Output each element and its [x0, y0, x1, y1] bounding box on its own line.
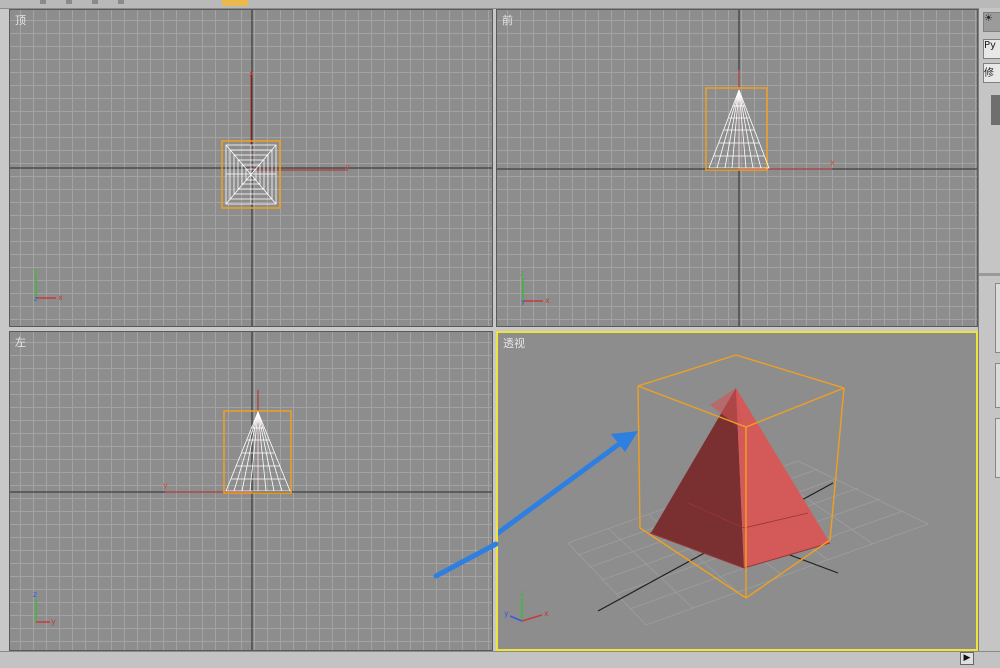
- rollout-panel[interactable]: [995, 283, 1000, 353]
- tripod-x-label: x: [58, 293, 63, 302]
- modifier-stack-selection[interactable]: [991, 95, 1000, 125]
- tripod-z-label: z: [520, 589, 524, 598]
- tripod-y-label: y: [51, 617, 56, 626]
- viewport-label-perspective[interactable]: 透视: [503, 335, 525, 351]
- viewport-perspective-scene: z x y: [498, 354, 929, 626]
- viewport-label-top[interactable]: 顶: [15, 12, 26, 28]
- pyramid-face-right: [736, 388, 830, 568]
- rollout-panel[interactable]: [995, 418, 1000, 478]
- toolbar-tick: [118, 0, 124, 4]
- gizmo-x-label: y: [345, 162, 350, 171]
- viewport-front-scene: x z x y: [497, 10, 977, 326]
- viewport-perspective[interactable]: z x y 透视: [496, 331, 978, 651]
- viewport-left-scene: y z y: [10, 332, 492, 650]
- viewport-label-left[interactable]: 左: [15, 334, 26, 350]
- tripod-z-label: z: [34, 295, 38, 303]
- viewport-top-scene: y x y x z: [10, 10, 492, 326]
- viewport-left[interactable]: y z y 左: [9, 331, 493, 651]
- active-tool-button[interactable]: [222, 0, 248, 6]
- tripod-x-label: x: [544, 609, 549, 618]
- tripod-z-label: z: [33, 590, 37, 599]
- annotation-arrow-shaft: [498, 436, 629, 537]
- tripod-y-label: y: [504, 609, 509, 618]
- modify-tab[interactable]: 修: [983, 63, 1000, 83]
- tripod-y-label: y: [33, 266, 38, 275]
- tripod-z-label: z: [520, 269, 524, 278]
- gizmo-y-label: x: [249, 69, 254, 78]
- pyramid-front-wire: [708, 88, 770, 169]
- gizmo-y-label: y: [163, 481, 168, 490]
- gizmo-x-label: x: [830, 158, 835, 167]
- top-toolbar-strip: [0, 0, 1000, 9]
- object-name-field[interactable]: Py: [983, 39, 1000, 59]
- toolbar-tick: [66, 0, 72, 4]
- toolbar-tick: [40, 0, 46, 4]
- tripod-y-label: y: [521, 298, 525, 306]
- rollout-panel[interactable]: [995, 363, 1000, 408]
- sun-icon[interactable]: ☀: [983, 12, 1000, 32]
- panel-separator: [979, 273, 1000, 276]
- annotation-arrow-tail: [433, 541, 499, 579]
- pyramid-left-wire: [225, 410, 291, 492]
- tripod-x-label: x: [545, 296, 550, 305]
- viewport-front[interactable]: x z x y 前: [496, 9, 978, 327]
- command-panel: ☀ Py 修: [978, 8, 1000, 667]
- expand-arrow-icon[interactable]: ▶: [960, 652, 974, 665]
- toolbar-tick: [92, 0, 98, 4]
- status-bar: [0, 651, 1000, 668]
- viewport-label-front[interactable]: 前: [502, 12, 513, 28]
- pyramid-top-wire: [225, 144, 277, 205]
- viewport-top[interactable]: y x y x z 顶: [9, 9, 493, 327]
